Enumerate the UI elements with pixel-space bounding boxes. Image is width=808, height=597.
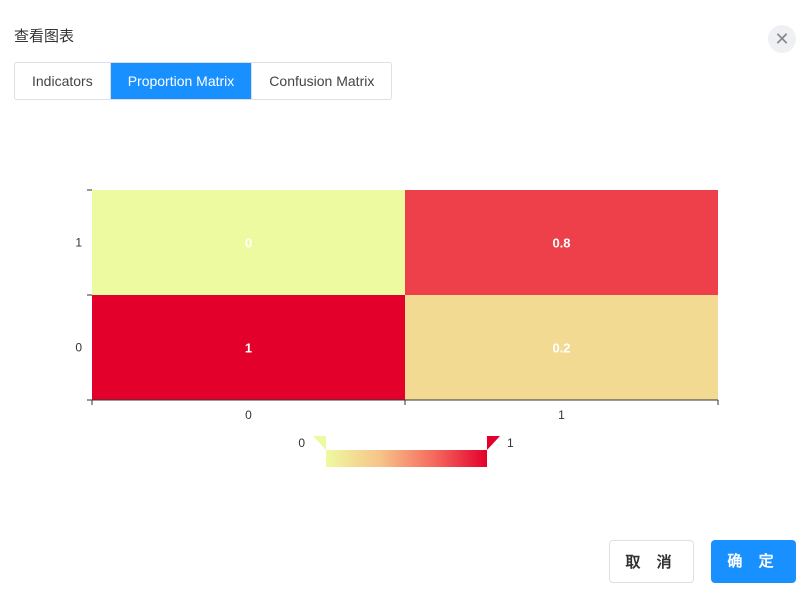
- visual-map-max-label: 1: [507, 436, 514, 450]
- cell-label: 0.2: [552, 341, 570, 356]
- cell-label: 0.8: [552, 236, 570, 251]
- x-tick-label: 1: [558, 408, 565, 422]
- y-tick-label: 0: [75, 341, 82, 355]
- visual-map-min-handle: [313, 436, 326, 450]
- visual-map-bar: [326, 450, 487, 467]
- x-tick-label: 0: [245, 408, 252, 422]
- visual-map-max-handle: [487, 436, 500, 450]
- cancel-button[interactable]: 取 消: [609, 540, 694, 583]
- visual-map-min-label: 0: [298, 436, 305, 450]
- heatmap-chart: 0 0.8 1 0.2 0 1 0 1 0 1: [75, 189, 719, 467]
- cell-label: 1: [245, 341, 252, 356]
- cell-label: 0: [245, 236, 252, 251]
- y-tick-label: 1: [75, 236, 82, 250]
- ok-button[interactable]: 确 定: [711, 540, 796, 583]
